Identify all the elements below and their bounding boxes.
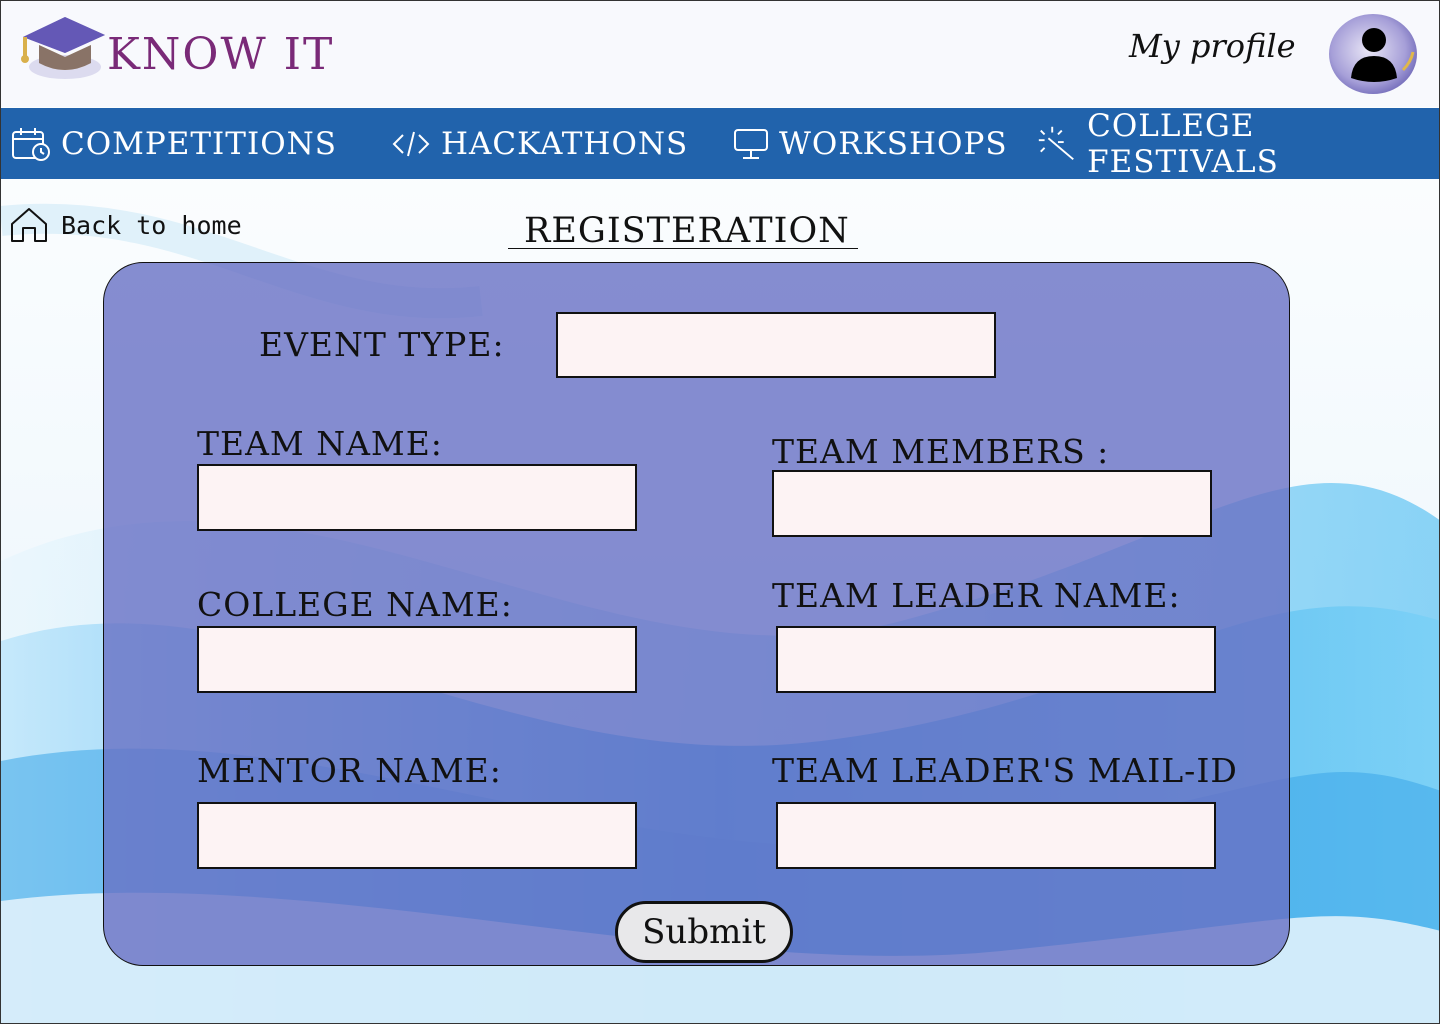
calendar-clock-icon: [12, 127, 50, 161]
mentor-name-label: MENTOR NAME:: [197, 751, 502, 790]
team-leader-mail-label: TEAM LEADER'S MAIL-ID: [772, 751, 1238, 790]
nav-workshops[interactable]: WORKSHOPS: [733, 108, 1008, 179]
team-leader-name-label: TEAM LEADER NAME:: [772, 576, 1181, 615]
nav-competitions-label: COMPETITIONS: [61, 125, 337, 162]
back-to-home-label: Back to home: [61, 210, 242, 240]
main-nav: COMPETITIONS HACKATHONS WORKSHOPS COLLEG…: [1, 107, 1439, 180]
college-name-input[interactable]: [197, 626, 637, 693]
page-title: REGISTERATION: [508, 211, 858, 251]
sparkle-wand-icon: [1038, 126, 1074, 160]
team-name-label: TEAM NAME:: [197, 424, 443, 463]
mentor-name-input[interactable]: [197, 802, 637, 869]
app-frame: KNOW IT My profile COMPETITIONS HACKATHO…: [0, 0, 1440, 1024]
top-header: KNOW IT My profile: [1, 1, 1439, 107]
brand-name[interactable]: KNOW IT: [107, 29, 334, 80]
event-type-label: EVENT TYPE:: [259, 325, 505, 364]
submit-button[interactable]: Submit: [615, 901, 793, 963]
team-leader-name-input[interactable]: [776, 626, 1216, 693]
presentation-icon: [734, 128, 768, 159]
back-to-home-link[interactable]: Back to home: [9, 206, 242, 244]
nav-competitions[interactable]: COMPETITIONS: [11, 108, 337, 179]
team-name-input[interactable]: [197, 464, 637, 531]
college-name-label: COLLEGE NAME:: [197, 585, 513, 624]
nav-hackathons[interactable]: HACKATHONS: [391, 108, 688, 179]
user-avatar-icon[interactable]: [1327, 12, 1419, 96]
my-profile-link[interactable]: My profile: [1129, 27, 1296, 65]
code-icon: [392, 131, 430, 156]
nav-college-festivals-label: COLLEGE FESTIVALS: [1087, 107, 1279, 180]
nav-workshops-label: WORKSHOPS: [779, 125, 1008, 162]
team-leader-mail-input[interactable]: [776, 802, 1216, 869]
nav-college-festivals[interactable]: COLLEGE FESTIVALS: [1035, 107, 1439, 180]
graduation-cap-icon[interactable]: [17, 7, 107, 83]
home-icon: [11, 208, 47, 242]
team-members-label: TEAM MEMBERS :: [772, 432, 1110, 471]
team-members-input[interactable]: [772, 470, 1212, 537]
event-type-input[interactable]: [556, 312, 996, 378]
nav-hackathons-label: HACKATHONS: [441, 125, 689, 162]
